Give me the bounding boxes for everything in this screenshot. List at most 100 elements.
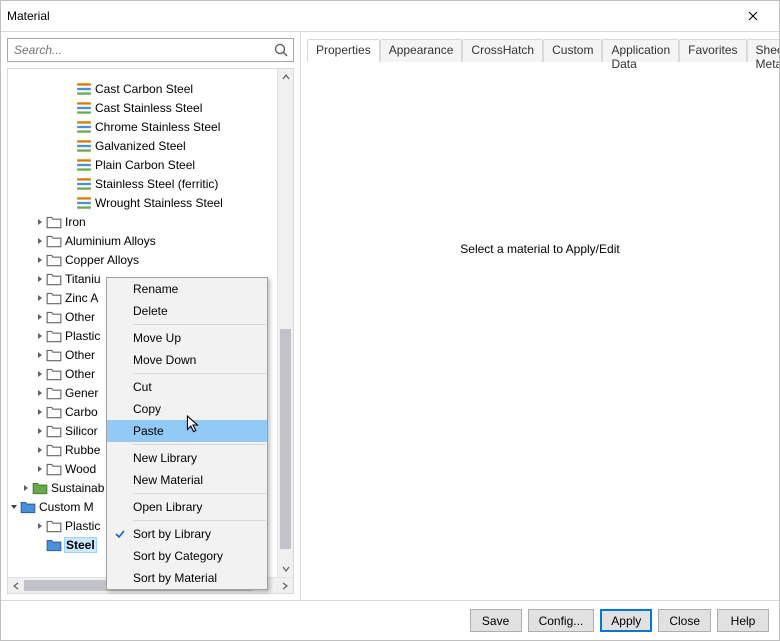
- menu-rename[interactable]: Rename: [107, 278, 267, 300]
- expander-icon[interactable]: [64, 83, 76, 95]
- expander-icon[interactable]: [8, 501, 20, 513]
- material-leaf[interactable]: Stainless Steel (ferritic): [8, 174, 277, 193]
- expander-icon[interactable]: [34, 463, 46, 475]
- material-icon: [76, 138, 92, 154]
- tab-application-data[interactable]: Application Data: [602, 39, 679, 62]
- menu-move-up[interactable]: Move Up: [107, 327, 267, 349]
- material-leaf[interactable]: Chrome Stainless Steel: [8, 117, 277, 136]
- expander-icon[interactable]: [64, 121, 76, 133]
- menu-cut[interactable]: Cut: [107, 376, 267, 398]
- dialog-footer: Save Config... Apply Close Help: [1, 600, 779, 640]
- config-button[interactable]: Config...: [528, 609, 595, 632]
- search-input[interactable]: [8, 43, 269, 57]
- expander-icon[interactable]: [34, 539, 46, 551]
- folder-icon: [46, 309, 62, 325]
- expander-icon[interactable]: [64, 140, 76, 152]
- node-label: Rubbe: [65, 443, 100, 457]
- menu-separator: [133, 324, 266, 325]
- scroll-down-arrow[interactable]: [278, 561, 293, 577]
- expander-icon[interactable]: [34, 254, 46, 266]
- scroll-right-arrow[interactable]: [277, 578, 293, 594]
- expander-icon[interactable]: [64, 178, 76, 190]
- expander-icon[interactable]: [34, 311, 46, 323]
- node-label: Carbo: [65, 405, 98, 419]
- expander-icon[interactable]: [34, 444, 46, 456]
- scroll-up-arrow[interactable]: [278, 69, 293, 85]
- scrollbar-thumb[interactable]: [280, 329, 291, 549]
- apply-button[interactable]: Apply: [600, 609, 652, 632]
- expander-icon[interactable]: [34, 216, 46, 228]
- category-folder[interactable]: Copper Alloys: [8, 250, 277, 269]
- node-label: Wrought Stainless Steel: [95, 196, 223, 210]
- node-label: Galvanized Steel: [95, 139, 186, 153]
- menu-new-material[interactable]: New Material: [107, 469, 267, 491]
- expander-icon[interactable]: [34, 406, 46, 418]
- folder-icon: [46, 366, 62, 382]
- close-button[interactable]: Close: [658, 609, 711, 632]
- expander-icon[interactable]: [34, 235, 46, 247]
- folder-icon: [46, 271, 62, 287]
- material-icon: [76, 176, 92, 192]
- expander-icon[interactable]: [34, 330, 46, 342]
- menu-new-library[interactable]: New Library: [107, 447, 267, 469]
- expander-icon[interactable]: [34, 292, 46, 304]
- save-button[interactable]: Save: [470, 609, 522, 632]
- folder-icon: [46, 442, 62, 458]
- expander-icon[interactable]: [34, 387, 46, 399]
- material-leaf[interactable]: Cast Carbon Steel: [8, 79, 277, 98]
- menu-separator: [133, 444, 266, 445]
- material-leaf[interactable]: Plain Carbon Steel: [8, 155, 277, 174]
- tab-sheet-metal[interactable]: Sheet Metal: [747, 39, 779, 62]
- menu-sort-by-category[interactable]: Sort by Category: [107, 545, 267, 567]
- material-icon: [76, 119, 92, 135]
- folder-icon: [46, 385, 62, 401]
- folder-icon: [46, 404, 62, 420]
- node-label: Other: [65, 367, 95, 381]
- help-button[interactable]: Help: [717, 609, 769, 632]
- close-window-button[interactable]: [733, 2, 773, 30]
- expander-icon[interactable]: [64, 159, 76, 171]
- folder-icon: [46, 423, 62, 439]
- menu-sort-by-library[interactable]: Sort by Library: [107, 523, 267, 545]
- menu-delete[interactable]: Delete: [107, 300, 267, 322]
- tab-properties[interactable]: Properties: [307, 39, 380, 62]
- tab-content: Select a material to Apply/Edit: [301, 62, 779, 600]
- window-title: Material: [7, 9, 50, 23]
- menu-open-library[interactable]: Open Library: [107, 496, 267, 518]
- folder-icon: [46, 214, 62, 230]
- menu-move-down[interactable]: Move Down: [107, 349, 267, 371]
- node-label: Titaniu: [65, 272, 101, 286]
- expander-icon[interactable]: [34, 520, 46, 532]
- expander-icon[interactable]: [34, 368, 46, 380]
- expander-icon[interactable]: [64, 102, 76, 114]
- scroll-left-arrow[interactable]: [8, 578, 24, 594]
- menu-sort-by-material[interactable]: Sort by Material: [107, 567, 267, 589]
- folder-icon: [46, 537, 62, 553]
- category-folder[interactable]: Aluminium Alloys: [8, 231, 277, 250]
- node-label: Other: [65, 310, 95, 324]
- node-label: Cast Carbon Steel: [95, 82, 193, 96]
- folder-icon: [46, 461, 62, 477]
- expander-icon[interactable]: [64, 197, 76, 209]
- material-leaf[interactable]: Wrought Stainless Steel: [8, 193, 277, 212]
- expander-icon[interactable]: [20, 482, 32, 494]
- tab-appearance[interactable]: Appearance: [380, 39, 463, 62]
- vertical-scrollbar[interactable]: [277, 69, 293, 577]
- expander-icon[interactable]: [34, 425, 46, 437]
- material-icon: [76, 195, 92, 211]
- expander-icon[interactable]: [34, 273, 46, 285]
- node-label: Plastic: [65, 329, 100, 343]
- expander-icon[interactable]: [34, 349, 46, 361]
- tab-custom[interactable]: Custom: [543, 39, 602, 62]
- titlebar: Material: [1, 1, 779, 31]
- material-leaf[interactable]: Cast Stainless Steel: [8, 98, 277, 117]
- tab-crosshatch[interactable]: CrossHatch: [462, 39, 543, 62]
- tab-strip: Properties Appearance CrossHatch Custom …: [307, 38, 773, 62]
- material-leaf[interactable]: Galvanized Steel: [8, 136, 277, 155]
- search-icon[interactable]: [269, 42, 293, 58]
- tab-favorites[interactable]: Favorites: [679, 39, 746, 62]
- category-folder[interactable]: Iron: [8, 212, 277, 231]
- placeholder-text: Select a material to Apply/Edit: [460, 242, 619, 256]
- menu-separator: [133, 520, 266, 521]
- folder-icon: [46, 290, 62, 306]
